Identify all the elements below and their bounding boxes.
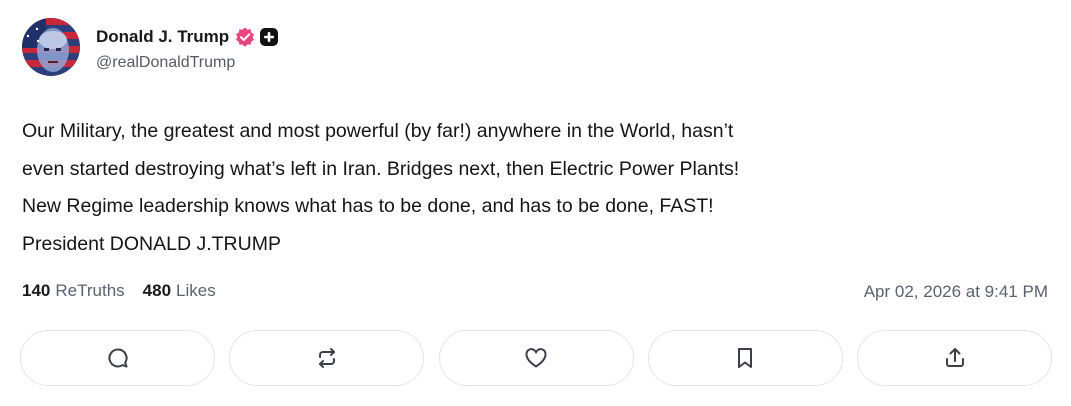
display-name[interactable]: Donald J. Trump xyxy=(96,27,229,47)
reply-icon xyxy=(106,346,130,370)
post-stats: 140 ReTruths 480 Likes xyxy=(22,281,216,301)
post-body: Our Military, the greatest and most powe… xyxy=(22,113,1042,263)
likes-label: Likes xyxy=(176,281,216,300)
avatar[interactable] xyxy=(22,18,80,76)
action-bar xyxy=(20,330,1052,388)
likes-stat[interactable]: 480 Likes xyxy=(143,281,216,301)
retruth-button[interactable] xyxy=(229,330,425,386)
post-timestamp[interactable]: Apr 02, 2026 at 9:41 PM xyxy=(864,282,1048,302)
likes-count: 480 xyxy=(142,281,172,300)
like-button[interactable] xyxy=(438,330,634,386)
verified-badge-icon xyxy=(235,27,255,47)
post-header: Donald J. Trump @realDonaldTrump xyxy=(22,18,279,76)
name-row: Donald J. Trump xyxy=(96,22,279,52)
share-icon xyxy=(943,346,967,370)
bookmark-icon xyxy=(734,346,756,370)
like-icon xyxy=(523,346,549,370)
retruth-icon xyxy=(315,346,339,370)
share-button[interactable] xyxy=(857,330,1052,386)
truth-post: Donald J. Trump @realDonaldTrump Our Mil… xyxy=(0,0,1071,406)
retruths-label: ReTruths xyxy=(55,281,125,300)
reply-button[interactable] xyxy=(20,330,215,386)
post-line: New Regime leadership knows what has to … xyxy=(22,195,714,217)
post-line: even started destroying what’s left in I… xyxy=(22,157,740,180)
post-line: President DONALD J.TRUMP xyxy=(22,232,281,255)
author-handle[interactable]: @realDonaldTrump xyxy=(96,54,278,72)
post-line: Our Military, the greatest and most powe… xyxy=(22,120,734,142)
plus-badge-icon xyxy=(260,28,279,46)
retruths-stat[interactable]: 140 ReTruths xyxy=(22,281,125,301)
retruths-count: 140 xyxy=(22,281,51,300)
author-identity: Donald J. Trump @realDonaldTrump xyxy=(96,22,279,72)
bookmark-button[interactable] xyxy=(647,330,843,386)
